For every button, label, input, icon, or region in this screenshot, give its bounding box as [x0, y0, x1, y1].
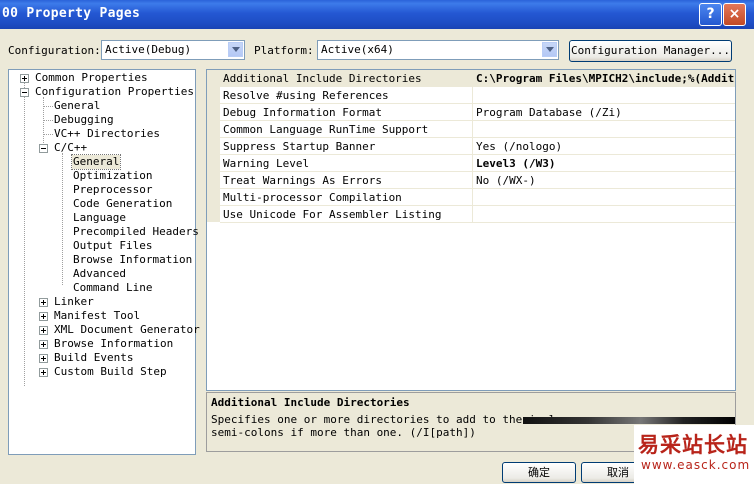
- configuration-value: Active(Debug): [105, 43, 192, 56]
- tree-line: [24, 83, 26, 386]
- tree-item-command-line[interactable]: Command Line: [73, 281, 152, 295]
- image-artifact: [523, 417, 735, 424]
- expand-icon[interactable]: [20, 74, 29, 83]
- tree-item-build-events[interactable]: Build Events: [54, 351, 133, 365]
- tree-item-custom-build-step[interactable]: Custom Build Step: [54, 365, 167, 379]
- tree-item-browse-information-2[interactable]: Browse Information: [54, 337, 173, 351]
- watermark: 易采站长站 www.easck.com: [634, 425, 754, 484]
- tree-item-preprocessor[interactable]: Preprocessor: [73, 183, 152, 197]
- property-name: Suppress Startup Banner: [223, 140, 376, 153]
- expand-icon[interactable]: [39, 312, 48, 321]
- tree-item-output-files[interactable]: Output Files: [73, 239, 152, 253]
- platform-value: Active(x64): [321, 43, 394, 56]
- description-line: Specifies one or more directories to add…: [211, 413, 562, 426]
- tree-item-browse-information[interactable]: Browse Information: [73, 253, 192, 267]
- configuration-manager-button[interactable]: Configuration Manager...: [569, 40, 732, 62]
- property-row[interactable]: Suppress Startup Banner Yes (/nologo): [220, 138, 735, 155]
- collapse-icon[interactable]: [39, 144, 48, 153]
- tree-item-c-cpp[interactable]: C/C++: [54, 141, 87, 155]
- tree-line: [62, 153, 64, 285]
- property-row[interactable]: Warning Level Level3 (/W3): [220, 155, 735, 172]
- property-row[interactable]: Additional Include Directories C:\Progra…: [220, 70, 735, 87]
- property-name: Use Unicode For Assembler Listing: [223, 208, 442, 221]
- property-name: Multi-processor Compilation: [223, 191, 402, 204]
- property-row[interactable]: Resolve #using References: [220, 87, 735, 104]
- tree-item-cpp-general[interactable]: General: [70, 154, 122, 170]
- watermark-url: www.easck.com: [641, 458, 751, 472]
- property-name: Treat Warnings As Errors: [223, 174, 382, 187]
- description-title: Additional Include Directories: [211, 396, 410, 409]
- property-name: Debug Information Format: [223, 106, 382, 119]
- help-button[interactable]: ?: [699, 3, 722, 26]
- property-value[interactable]: Level3 (/W3): [476, 157, 555, 170]
- property-row[interactable]: Use Unicode For Assembler Listing: [220, 206, 735, 223]
- chevron-down-icon[interactable]: [542, 42, 557, 57]
- tree-item-debugging[interactable]: Debugging: [54, 113, 114, 127]
- tree-item-advanced[interactable]: Advanced: [73, 267, 126, 281]
- expand-icon[interactable]: [39, 354, 48, 363]
- property-grid[interactable]: Additional Include Directories C:\Progra…: [206, 69, 736, 391]
- tree-item-code-generation[interactable]: Code Generation: [73, 197, 172, 211]
- property-name: Warning Level: [223, 157, 310, 170]
- property-value[interactable]: No (/WX-): [476, 174, 536, 187]
- property-value[interactable]: C:\Program Files\MPICH2\include;%(Additi: [476, 72, 735, 85]
- description-line: semi-colons if more than one. (/I[path]): [211, 426, 476, 439]
- property-tree[interactable]: Common Properties Configuration Properti…: [8, 69, 200, 455]
- platform-dropdown[interactable]: Active(x64): [317, 40, 559, 60]
- property-value[interactable]: Yes (/nologo): [476, 140, 562, 153]
- tree-item-configuration-properties[interactable]: Configuration Properties: [35, 85, 194, 99]
- tree-item-vc-directories[interactable]: VC++ Directories: [54, 127, 160, 141]
- expand-icon[interactable]: [39, 326, 48, 335]
- collapse-icon[interactable]: [20, 88, 29, 97]
- configuration-label: Configuration:: [8, 44, 101, 57]
- tree-item-language[interactable]: Language: [73, 211, 126, 225]
- watermark-text: 易采站长站: [638, 432, 748, 457]
- property-name: Resolve #using References: [223, 89, 389, 102]
- chevron-down-icon[interactable]: [228, 42, 243, 57]
- tree-item-common-properties[interactable]: Common Properties: [35, 71, 148, 85]
- property-name: Common Language RunTime Support: [223, 123, 429, 136]
- tree-item-linker[interactable]: Linker: [54, 295, 94, 309]
- property-value[interactable]: Program Database (/Zi): [476, 106, 622, 119]
- property-name: Additional Include Directories: [223, 72, 422, 85]
- grid-gutter: [207, 70, 220, 222]
- expand-icon[interactable]: [39, 368, 48, 377]
- platform-label: Platform:: [254, 44, 314, 57]
- close-button[interactable]: ×: [723, 3, 746, 26]
- window-title: 00 Property Pages: [2, 6, 141, 21]
- tree-item-optimization[interactable]: Optimization: [73, 169, 152, 183]
- configuration-dropdown[interactable]: Active(Debug): [101, 40, 245, 60]
- property-row[interactable]: Multi-processor Compilation: [220, 189, 735, 206]
- ok-button[interactable]: 确定: [502, 462, 576, 483]
- tree-item-xml-document-generator[interactable]: XML Document Generator: [54, 323, 200, 337]
- tree-item-general[interactable]: General: [54, 99, 100, 113]
- property-row[interactable]: Common Language RunTime Support: [220, 121, 735, 138]
- title-bar: 00 Property Pages ? ×: [0, 0, 754, 29]
- property-row[interactable]: Treat Warnings As Errors No (/WX-): [220, 172, 735, 189]
- expand-icon[interactable]: [39, 340, 48, 349]
- tree-item-manifest-tool[interactable]: Manifest Tool: [54, 309, 140, 323]
- tree-item-precompiled-headers[interactable]: Precompiled Headers: [73, 225, 199, 239]
- expand-icon[interactable]: [39, 298, 48, 307]
- property-row[interactable]: Debug Information Format Program Databas…: [220, 104, 735, 121]
